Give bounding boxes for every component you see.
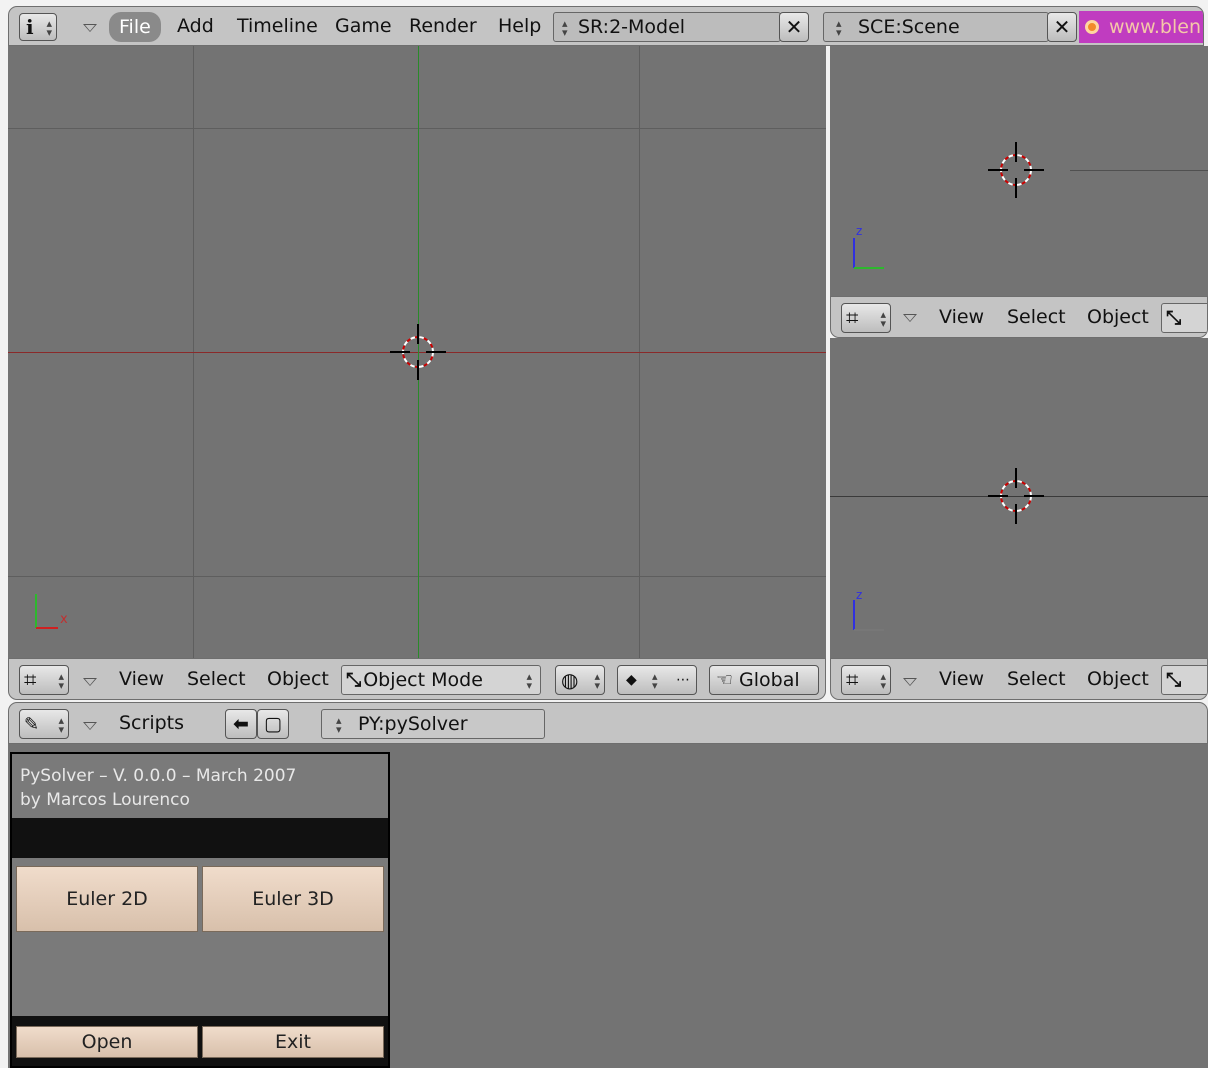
pysolver-panel: PySolver – V. 0.0.0 – March 2007 by Marc… (10, 752, 390, 1068)
updown-arrows-icon: ▴ ▾ (58, 670, 64, 692)
menu-add[interactable]: Add (177, 7, 214, 45)
info-icon: i (26, 15, 34, 39)
editor-type-button[interactable]: ⌗ ▴ ▾ (841, 665, 891, 695)
pysolver-title-box: PySolver – V. 0.0.0 – March 2007 by Marc… (12, 754, 388, 818)
mode-selector[interactable]: ⤡ (1161, 665, 1207, 695)
editor-type-button[interactable]: ✎ ▴ ▾ (19, 709, 69, 739)
scene-selector[interactable]: ▴ ▾ SCE:Scene (823, 12, 1049, 42)
axis-gizmo-icon (35, 594, 58, 629)
script-window: PySolver – V. 0.0.0 – March 2007 by Marc… (8, 744, 1208, 1068)
updown-arrows-icon: ▴ ▾ (880, 670, 886, 692)
editor-type-button[interactable]: ⌗ ▴ ▾ (19, 665, 69, 695)
collapse-menu-icon[interactable] (83, 722, 97, 730)
updown-arrows-icon: ▴ ▾ (58, 714, 64, 736)
menu-help[interactable]: Help (498, 7, 541, 45)
menu-select[interactable]: Select (1007, 659, 1066, 699)
right-bottom-view-header: ⌗ ▴ ▾ View Select Object ⤡ (830, 658, 1208, 700)
pysolver-author: by Marcos Lourenco (20, 790, 190, 810)
collapse-menu-icon[interactable] (903, 678, 917, 686)
collapse-menu-icon[interactable] (83, 678, 97, 686)
object-mode-icon: ⤡ (1166, 669, 1182, 691)
updown-arrows-icon: ▴ ▾ (880, 308, 886, 330)
script-selector[interactable]: ▴ ▾ PY:pySolver (321, 709, 545, 739)
menu-render[interactable]: Render (409, 7, 477, 45)
object-mode-icon: ⤡ (346, 669, 362, 691)
menu-scripts[interactable]: Scripts (119, 703, 184, 743)
blender-logo-icon (1085, 20, 1099, 34)
updown-arrows-icon: ▴ ▾ (336, 714, 342, 736)
right-top-viewport[interactable]: z (830, 46, 1208, 296)
blender-url-link[interactable]: www.blen (1079, 11, 1203, 43)
mode-selector[interactable]: ⤡ Object Mode ▴ ▾ (341, 665, 541, 695)
menu-file[interactable]: File (109, 12, 161, 42)
euler-2d-button[interactable]: Euler 2D (16, 866, 198, 932)
top-header: i ▴ ▾ File Add Timeline Game Render Help … (8, 6, 1204, 46)
editor-type-button[interactable]: ⌗ ▴ ▾ (841, 303, 891, 333)
menu-view[interactable]: View (939, 659, 984, 699)
grid-line (8, 128, 826, 129)
menu-view[interactable]: View (939, 297, 984, 337)
menu-object[interactable]: Object (267, 659, 329, 699)
arrow-left-icon: ⬅ (233, 713, 249, 735)
grid-line (8, 576, 826, 577)
updown-arrows-icon: ▴ ▾ (46, 17, 52, 39)
object-mode-icon: ⤡ (1166, 307, 1182, 329)
grid-view-icon: ⌗ (846, 667, 859, 693)
screen-delete-button[interactable]: ✕ (779, 12, 809, 42)
menu-object[interactable]: Object (1087, 297, 1149, 337)
grid-view-icon: ⌗ (24, 667, 37, 693)
python-script-icon: ✎ (24, 713, 40, 735)
updown-arrows-icon: ▴ ▾ (526, 670, 532, 692)
scene-delete-button[interactable]: ✕ (1047, 12, 1077, 42)
3d-cursor-icon (390, 324, 446, 380)
close-icon: ✕ (1053, 15, 1071, 39)
mode-selector[interactable]: ⤡ (1161, 303, 1207, 333)
grid-line (1070, 170, 1208, 171)
screen-selector[interactable]: ▴ ▾ SR:2-Model (553, 12, 781, 42)
axis-gizmo-icon (853, 238, 884, 269)
open-button[interactable]: Open (16, 1026, 198, 1058)
main-view-header: ⌗ ▴ ▾ View Select Object ⤡ Object Mode ▴ ▾… (8, 658, 826, 700)
right-top-view-header: ⌗ ▴ ▾ View Select Object ⤡ (830, 296, 1208, 338)
main-3d-viewport[interactable]: x (8, 46, 826, 658)
hand-icon: ☜ (716, 669, 734, 691)
menu-object[interactable]: Object (1087, 659, 1149, 699)
draw-type-button[interactable]: ◍ ▴ ▾ (555, 665, 605, 695)
grid-view-icon: ⌗ (846, 305, 859, 331)
axis-x-label: x (60, 612, 68, 627)
exit-button[interactable]: Exit (202, 1026, 384, 1058)
menu-view[interactable]: View (119, 659, 164, 699)
screen-name: SR:2-Model (578, 16, 686, 38)
window-toggle-button[interactable]: ▢ (257, 709, 289, 739)
3d-cursor-icon (988, 142, 1044, 198)
scripts-header: ✎ ▴ ▾ Scripts ⬅ ▢ ▴ ▾ PY:pySolver (8, 702, 1208, 744)
axis-z-label: z (856, 588, 863, 602)
snap-icon: ⋯ (676, 672, 690, 688)
info-editor-type-button[interactable]: i ▴ ▾ (19, 13, 57, 41)
updown-arrows-icon: ▴ ▾ (652, 670, 658, 692)
updown-arrows-icon: ▴ ▾ (594, 670, 600, 692)
back-button[interactable]: ⬅ (225, 709, 257, 739)
updown-arrows-icon: ▴ ▾ (836, 17, 842, 39)
menu-select[interactable]: Select (1007, 297, 1066, 337)
wireframe-sphere-icon: ◍ (561, 668, 579, 692)
close-icon: ✕ (785, 15, 803, 39)
updown-arrows-icon: ▴ ▾ (562, 17, 568, 39)
pivot-point-icon: ◆ (626, 672, 637, 688)
menu-select[interactable]: Select (187, 659, 246, 699)
pysolver-title: PySolver – V. 0.0.0 – March 2007 (20, 766, 297, 786)
menu-game[interactable]: Game (335, 7, 392, 45)
scene-name: SCE:Scene (858, 16, 960, 38)
collapse-menu-icon[interactable] (83, 24, 97, 32)
orientation-selector[interactable]: ☜ Global (709, 665, 819, 695)
euler-3d-button[interactable]: Euler 3D (202, 866, 384, 932)
right-bottom-viewport[interactable]: z (830, 338, 1208, 658)
axis-z-label: z (856, 224, 863, 238)
window-icon: ▢ (264, 713, 282, 735)
menu-timeline[interactable]: Timeline (237, 7, 318, 45)
pivot-button[interactable]: ◆ ▴ ▾ ⋯ (617, 665, 697, 695)
collapse-menu-icon[interactable] (903, 314, 917, 322)
3d-cursor-icon (988, 468, 1044, 524)
